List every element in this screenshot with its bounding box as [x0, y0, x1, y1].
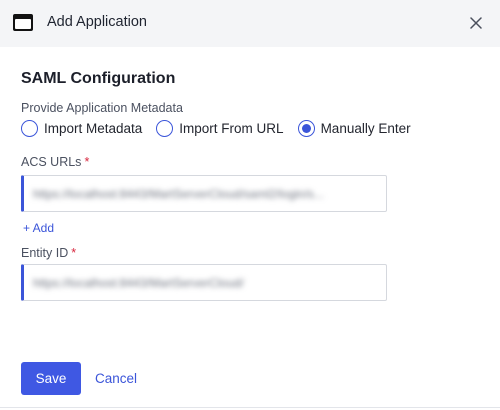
entity-id-input[interactable]: https://localhost:8443/MartServerCloud/	[21, 264, 387, 301]
acs-urls-label-text: ACS URLs	[21, 155, 82, 169]
acs-urls-label: ACS URLs *	[21, 155, 89, 169]
dialog-title: Add Application	[47, 14, 147, 30]
close-button[interactable]	[466, 13, 486, 33]
acs-url-input[interactable]: https://localhost:8443/MartServerCloud/s…	[21, 175, 387, 212]
metadata-label: Provide Application Metadata	[21, 101, 183, 115]
radio-label: Import Metadata	[44, 121, 143, 136]
bottom-divider	[0, 407, 500, 408]
window-icon	[13, 14, 33, 31]
section-title: SAML Configuration	[21, 70, 176, 87]
radio-label: Manually Enter	[320, 121, 411, 136]
save-button[interactable]: Save	[21, 362, 81, 395]
radio-circle[interactable]	[156, 120, 174, 137]
radio-circle[interactable]	[21, 120, 38, 137]
acs-url-value: https://localhost:8443/MartServerCloud/s…	[33, 187, 324, 201]
required-marker: *	[71, 246, 77, 260]
metadata-radio-group: Import Metadata Import From URL Manually…	[21, 120, 425, 137]
radio-import-from-url[interactable]: Import From URL	[156, 120, 284, 137]
required-marker: *	[84, 155, 90, 169]
entity-id-label-text: Entity ID	[21, 246, 69, 260]
close-icon	[470, 17, 482, 29]
radio-circle-selected[interactable]	[297, 120, 315, 137]
radio-manually-enter[interactable]: Manually Enter	[297, 120, 411, 137]
radio-import-metadata[interactable]: Import Metadata	[21, 120, 142, 137]
dialog-header: Add Application	[0, 0, 500, 47]
entity-id-label: Entity ID *	[21, 246, 76, 260]
radio-selected-dot	[301, 124, 311, 133]
entity-id-value: https://localhost:8443/MartServerCloud/	[33, 276, 244, 290]
add-acs-url-link[interactable]: + Add	[23, 221, 54, 235]
radio-label: Import From URL	[179, 121, 284, 136]
cancel-button[interactable]: Cancel	[95, 371, 137, 386]
